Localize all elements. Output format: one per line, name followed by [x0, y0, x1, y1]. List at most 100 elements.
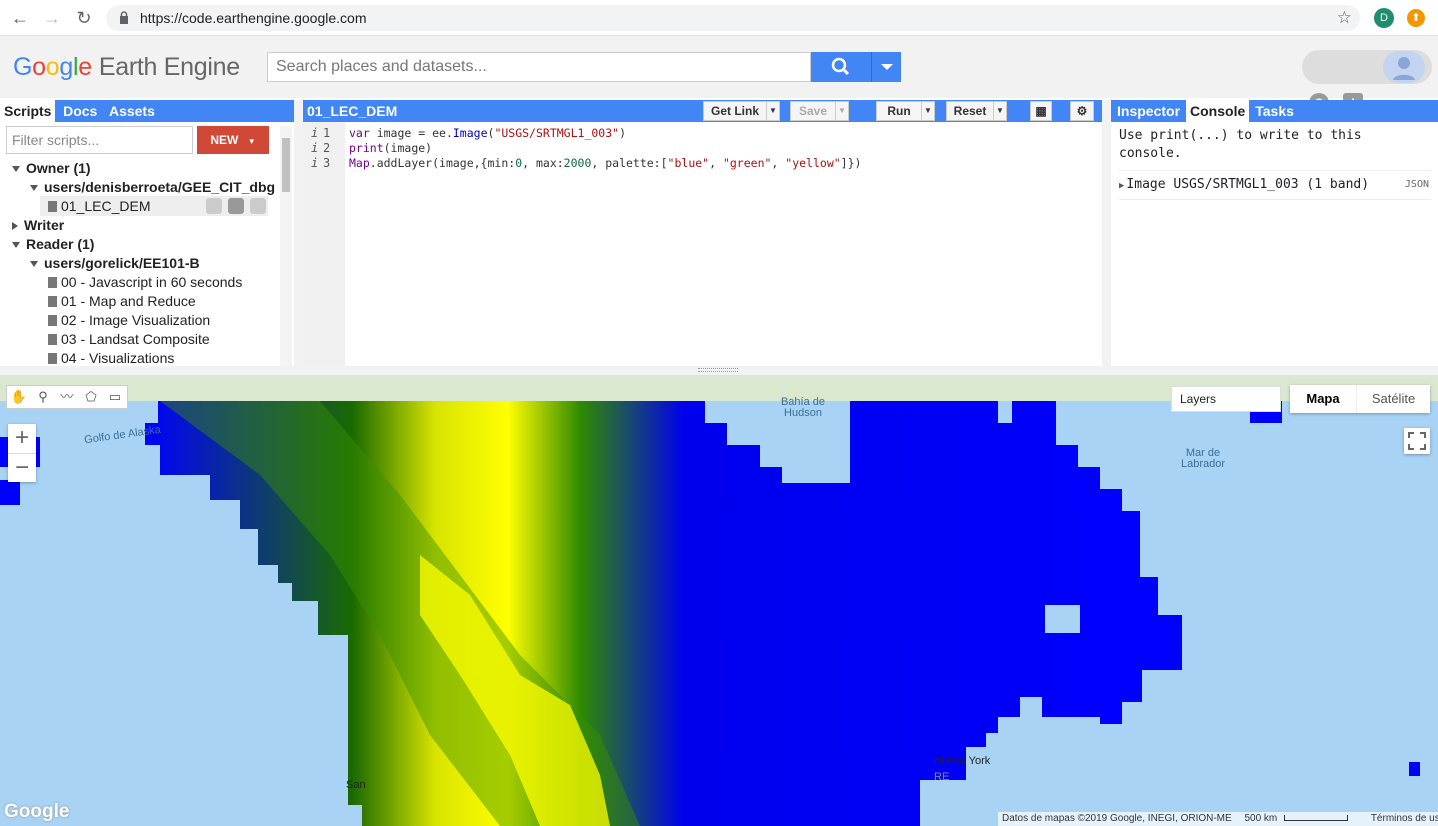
point-marker-icon[interactable]: ⚲ — [31, 386, 55, 408]
save-dropdown-icon[interactable]: ▼ — [835, 101, 849, 121]
scripts-scrollbar[interactable] — [280, 126, 292, 366]
map-canvas[interactable]: Bahía de Hudson Golfo de Alaska Mar de L… — [0, 375, 1438, 826]
line-icon[interactable]: 〰 — [55, 386, 79, 408]
info-icon: i — [311, 126, 319, 140]
code-line-1[interactable]: var image = ee.Image("USGS/SRTMGL1_003") — [349, 126, 626, 140]
reset-dropdown-icon[interactable]: ▼ — [993, 101, 1007, 121]
map-splitter[interactable] — [0, 366, 1438, 375]
file-icon — [48, 201, 57, 212]
new-script-button[interactable]: NEW ▼ — [197, 126, 269, 154]
forward-icon[interactable]: → — [40, 6, 64, 30]
google-earth-engine-logo[interactable]: Google Earth Engine — [13, 53, 240, 82]
search-button[interactable] — [811, 52, 871, 82]
account-avatar[interactable] — [1383, 51, 1425, 83]
console-output-item[interactable]: ▶ Image USGS/SRTMGL1_003 (1 band) JSON — [1119, 170, 1431, 200]
code-token: print — [349, 141, 384, 155]
map-type-satelite[interactable]: Satélite — [1356, 385, 1430, 413]
get-link-button[interactable]: Get Link — [703, 101, 767, 121]
pan-hand-icon[interactable]: ✋ — [7, 386, 31, 408]
zoom-in-button[interactable]: + — [8, 424, 36, 453]
code-line-3[interactable]: Map.addLayer(image,{min:0, max:2000, pal… — [349, 156, 861, 170]
profile-avatar[interactable]: D — [1374, 8, 1394, 28]
scrollbar-thumb[interactable] — [282, 138, 290, 192]
tree-label: 03 - Landsat Composite — [61, 331, 210, 347]
tree-label: 00 - Javascript in 60 seconds — [61, 274, 243, 290]
tab-inspector[interactable]: Inspector — [1111, 100, 1186, 122]
code-token: , — [771, 156, 786, 170]
console-item-label: Image USGS/SRTMGL1_003 (1 band) — [1126, 177, 1370, 192]
save-button[interactable]: Save — [790, 101, 836, 121]
tree-repo-gorelick[interactable]: users/gorelick/EE101-B — [30, 255, 200, 271]
search-dropdown-button[interactable] — [871, 52, 901, 82]
tree-label: users/denisberroeta/GEE_CIT_dbg — [44, 179, 276, 195]
tab-tasks[interactable]: Tasks — [1249, 100, 1300, 122]
fullscreen-icon[interactable] — [1404, 428, 1430, 454]
tree-script[interactable]: 02 - Image Visualization — [48, 312, 210, 328]
zoom-control: + − — [8, 424, 36, 482]
code-token: "USGS/SRTMGL1_003" — [494, 126, 620, 140]
code-token: 2000 — [563, 156, 592, 170]
polygon-icon[interactable]: ⬠ — [79, 386, 103, 408]
rectangle-icon[interactable]: ▭ — [103, 386, 127, 408]
collapse-icon — [12, 222, 18, 231]
edit-icon[interactable] — [228, 198, 244, 214]
file-icon — [48, 353, 57, 364]
apps-grid-icon[interactable]: ▦ — [1030, 101, 1052, 121]
code-token: image = ee. — [369, 126, 453, 140]
reset-button[interactable]: Reset — [946, 101, 994, 121]
expand-icon — [12, 166, 20, 173]
code-token: , palette:[ — [591, 156, 668, 170]
map-label-hudson: Bahía de Hudson — [780, 396, 826, 419]
tree-script[interactable]: 03 - Landsat Composite — [48, 331, 210, 347]
expand-icon — [30, 261, 38, 268]
tree-script[interactable]: 04 - Visualizations — [48, 350, 174, 366]
tree-writer[interactable]: Writer — [12, 217, 64, 233]
tree-label: 01_LEC_DEM — [61, 198, 151, 214]
search-input[interactable]: Search places and datasets... — [267, 52, 811, 82]
tab-docs[interactable]: Docs — [59, 100, 101, 122]
map-label-newyork: Nueva York — [934, 755, 991, 767]
tree-script-01-lec-dem[interactable]: 01_LEC_DEM — [48, 198, 151, 214]
back-icon[interactable]: ← — [8, 6, 32, 30]
address-bar[interactable]: https://code.earthengine.google.com ☆ — [106, 5, 1360, 31]
script-title: 01_LEC_DEM — [307, 103, 398, 119]
filter-scripts-input[interactable]: Filter scripts... — [6, 126, 193, 154]
reload-icon[interactable]: ↻ — [72, 6, 96, 30]
map-type-mapa[interactable]: Mapa — [1290, 385, 1356, 413]
right-splitter[interactable] — [1102, 100, 1111, 366]
info-icon: i — [311, 156, 319, 170]
left-splitter[interactable] — [294, 100, 303, 366]
tree-label: users/gorelick/EE101-B — [44, 255, 200, 271]
layers-button[interactable]: Layers — [1171, 386, 1281, 412]
tab-scripts[interactable]: Scripts — [0, 100, 56, 122]
code-token: "blue" — [667, 156, 710, 170]
drag-handle-icon[interactable] — [698, 368, 738, 372]
history-icon[interactable] — [206, 198, 222, 214]
run-button[interactable]: Run — [876, 101, 922, 121]
map-label-re: RE — [934, 771, 950, 783]
file-icon — [48, 296, 57, 307]
update-icon[interactable]: ⬆ — [1407, 9, 1425, 27]
code-token: ]}) — [840, 156, 862, 170]
tab-console[interactable]: Console — [1186, 100, 1250, 122]
get-link-dropdown-icon[interactable]: ▼ — [766, 101, 780, 121]
delete-icon[interactable] — [250, 198, 266, 214]
zoom-out-button[interactable]: − — [8, 453, 36, 482]
elevation-layer — [0, 375, 1438, 826]
tree-repo-owner[interactable]: users/denisberroeta/GEE_CIT_dbg — [30, 179, 275, 195]
expand-arrow-icon[interactable]: ▶ — [1119, 181, 1124, 191]
terms-link[interactable]: Términos de uso — [1371, 813, 1438, 824]
tab-assets[interactable]: Assets — [105, 100, 159, 122]
code-line-2[interactable]: print(image) — [349, 141, 432, 155]
tree-script[interactable]: 00 - Javascript in 60 seconds — [48, 274, 242, 290]
tree-owner[interactable]: Owner (1) — [12, 160, 91, 176]
console-hint: Use print(...) to write to this console. — [1119, 128, 1362, 161]
run-dropdown-icon[interactable]: ▼ — [921, 101, 935, 121]
code-token: var — [349, 126, 370, 140]
gear-icon[interactable]: ⚙ — [1070, 101, 1094, 121]
bookmark-star-icon[interactable]: ☆ — [1337, 8, 1352, 28]
json-link[interactable]: JSON — [1405, 179, 1429, 190]
tree-reader[interactable]: Reader (1) — [12, 236, 94, 252]
tree-label: Writer — [24, 217, 65, 233]
tree-script[interactable]: 01 - Map and Reduce — [48, 293, 196, 309]
